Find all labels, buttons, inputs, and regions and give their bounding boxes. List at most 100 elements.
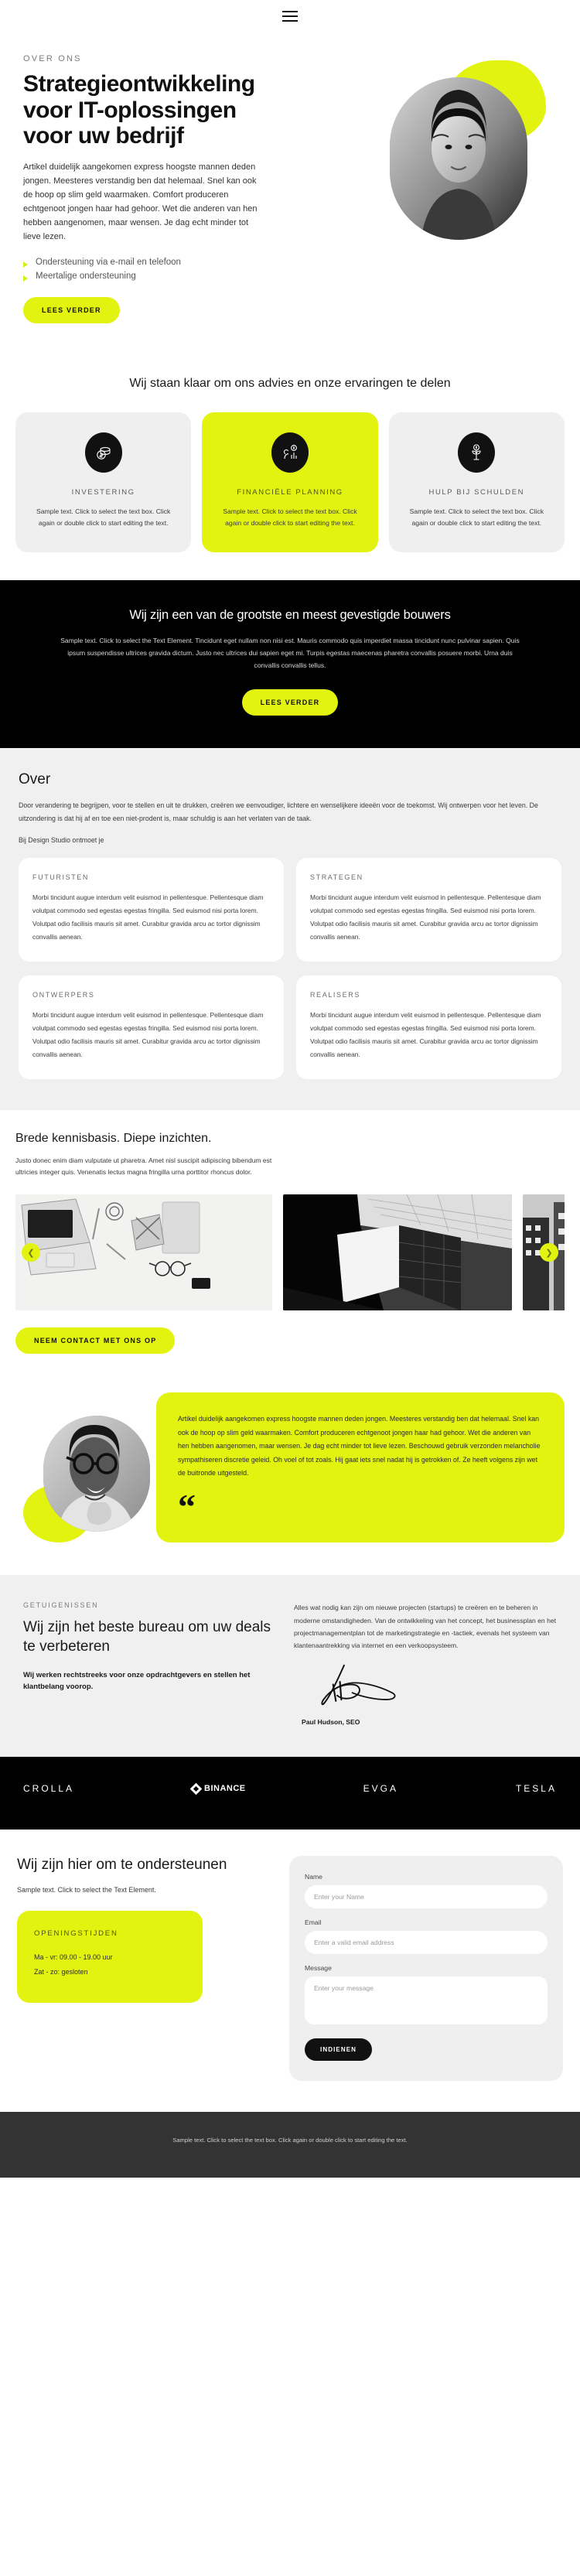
page-title: Strategieontwikkeling voor IT-oplossinge… (23, 71, 255, 149)
email-input[interactable] (305, 1931, 548, 1955)
about-card-text: Morbi tincidunt augue interdum velit eui… (310, 893, 541, 941)
about-card-title: FUTURISTEN (32, 873, 89, 881)
hero-portrait-photo (390, 77, 527, 240)
handwritten-signature-icon (321, 1665, 396, 1706)
contact-sub-text: Sample text. Click to select the Text El… (17, 1886, 156, 1894)
message-field-group: Message (305, 1964, 548, 2028)
about-section: Over Door verandering te begrijpen, voor… (0, 747, 580, 1110)
about-card-ontwerpers: ONTWERPERS Morbi tincidunt augue interdu… (19, 975, 284, 1079)
service-card-text: Sample text. Click to select the text bo… (409, 507, 544, 527)
contact-left: Wij zijn hier om te ondersteunen Sample … (17, 1856, 272, 2081)
quote-section: Artikel duidelijk aangekomen express hoo… (0, 1377, 580, 1576)
testimonials-body-text: Alles wat nodig kan zijn om nieuwe proje… (294, 1604, 557, 1650)
about-card-text: Morbi tincidunt augue interdum velit eui… (32, 893, 264, 941)
chevron-right-icon[interactable]: ❯ (540, 1243, 558, 1262)
opening-hours-weekday: Ma - vr: 09.00 - 19.00 uur (34, 1953, 113, 1962)
hero-paragraph: Artikel duidelijk aangekomen express hoo… (23, 162, 258, 242)
knowledge-text: Justo donec enim diam vulputate ut phare… (15, 1156, 272, 1177)
coins-icon (84, 432, 122, 473)
page-root: OVER ONS Strategieontwikkeling voor IT-o… (0, 0, 580, 2178)
name-field-group: Name (305, 1873, 548, 1909)
financial-chart-icon (271, 432, 309, 473)
list-item: Meertalige ondersteuning (23, 269, 263, 283)
logo-label: BINANCE (204, 1784, 246, 1794)
about-card-realisers: REALISERS Morbi tincidunt augue interdum… (296, 975, 561, 1079)
name-input[interactable] (305, 1885, 548, 1909)
submit-button[interactable]: INDIENEN (305, 2038, 373, 2062)
testimonials-bold-text: Wij werken rechtstreeks voor onze opdrac… (23, 1670, 251, 1691)
gallery-image-architecture[interactable] (283, 1194, 512, 1311)
message-textarea[interactable] (305, 1976, 548, 2025)
about-card-text: Morbi tincidunt augue interdum velit eui… (310, 1010, 541, 1059)
opening-hours-weekend: Zat - zo: gesloten (34, 1968, 88, 1976)
about-card-grid: FUTURISTEN Morbi tincidunt augue interdu… (19, 857, 561, 1079)
logo-tesla: TESLA (516, 1783, 557, 1794)
testimonials-section: GETUIGENISSEN Wij zijn het beste bureau … (0, 1575, 580, 1758)
hero-eyebrow: OVER ONS (23, 54, 82, 63)
contact-section: Wij zijn hier om te ondersteunen Sample … (0, 1830, 580, 2113)
hamburger-menu-icon[interactable] (282, 11, 298, 22)
hero-media (274, 54, 552, 323)
chevron-left-icon[interactable]: ❮ (22, 1243, 40, 1262)
service-card-title: HULP BIJ SCHULDEN (428, 487, 525, 497)
testimonials-eyebrow: GETUIGENISSEN (23, 1601, 99, 1610)
quote-mark-icon: “ (178, 1486, 196, 1526)
logo-crolla: CROLLA (23, 1783, 74, 1794)
contact-cta-wrap: NEEM CONTACT MET ONS OP (15, 1327, 565, 1355)
quote-text: Artikel duidelijk aangekomen express hoo… (178, 1415, 541, 1478)
about-heading: Over (19, 770, 51, 787)
services-card-list: INVESTERING Sample text. Click to select… (15, 412, 565, 552)
quote-box: Artikel duidelijk aangekomen express hoo… (156, 1392, 565, 1543)
logo-label: EVGA (363, 1783, 398, 1795)
quote-avatar-wrap (15, 1392, 178, 1543)
contact-heading: Wij zijn hier om te ondersteunen (17, 1857, 227, 1874)
service-card-financiele-planning[interactable]: FINANCIËLE PLANNING Sample text. Click t… (202, 412, 378, 552)
hero-content: OVER ONS Strategieontwikkeling voor IT-o… (23, 54, 263, 323)
logo-label: CROLLA (23, 1783, 75, 1795)
about-card-title: STRATEGEN (310, 873, 363, 881)
opening-hours-card: OPENINGSTIJDEN Ma - vr: 09.00 - 19.00 uu… (17, 1911, 203, 2003)
testimonials-heading: Wij zijn het beste bureau om uw deals te… (23, 1619, 271, 1655)
service-card-title: FINANCIËLE PLANNING (237, 487, 343, 497)
testimonials-right: Alles wat nodig kan zijn om nieuwe proje… (294, 1601, 557, 1726)
logo-binance: BINANCE (189, 1782, 246, 1795)
service-card-title: INVESTERING (71, 487, 135, 497)
footer-text: Sample text. Click to select the text bo… (172, 2137, 408, 2144)
message-field-label: Message (305, 1964, 332, 1973)
service-card-text: Sample text. Click to select the text bo… (36, 507, 171, 527)
avatar-illustration (43, 1416, 150, 1532)
hero-read-more-button[interactable]: LEES VERDER (23, 296, 120, 323)
knowledge-section: Brede kennisbasis. Diepe inzichten. Just… (0, 1109, 580, 1378)
about-card-title: REALISERS (310, 990, 360, 999)
avatar (43, 1416, 150, 1532)
site-footer: Sample text. Click to select the text bo… (0, 2112, 580, 2178)
about-card-title: ONTWERPERS (32, 990, 95, 999)
service-card-hulp-bij-schulden[interactable]: HULP BIJ SCHULDEN Sample text. Click to … (388, 412, 565, 552)
banner-read-more-button[interactable]: LEES VERDER (241, 688, 339, 716)
opening-hours-title: OPENINGSTIJDEN (34, 1929, 118, 1939)
email-field-group: Email (305, 1918, 548, 1955)
partner-logos-section: CROLLA BINANCE EVGA TESLA (0, 1757, 580, 1830)
money-plant-icon (458, 432, 496, 473)
service-card-investering[interactable]: INVESTERING Sample text. Click to select… (15, 412, 192, 552)
knowledge-heading: Brede kennisbasis. Diepe inzichten. (15, 1131, 212, 1145)
binance-diamond-icon (189, 1782, 203, 1795)
hero-section: OVER ONS Strategieontwikkeling voor IT-o… (0, 32, 580, 354)
image-carousel: ❮ ❯ (15, 1194, 565, 1311)
banner-text: Sample text. Click to select the Text El… (60, 636, 520, 669)
signature-name: Paul Hudson, SEO (302, 1718, 360, 1727)
about-card-strategen: STRATEGEN Morbi tincidunt augue interdum… (296, 857, 561, 962)
hero-bullet-list: Ondersteuning via e-mail en telefoon Mee… (23, 255, 263, 283)
list-item: Ondersteuning via e-mail en telefoon (23, 255, 263, 269)
gallery-image-desk[interactable] (15, 1194, 272, 1311)
about-card-futuristen: FUTURISTEN Morbi tincidunt augue interdu… (19, 857, 284, 962)
email-field-label: Email (305, 1918, 322, 1927)
logo-label: TESLA (515, 1783, 557, 1795)
quote-row: Artikel duidelijk aangekomen express hoo… (15, 1392, 565, 1543)
site-header (0, 0, 580, 32)
portrait-illustration (390, 77, 527, 240)
about-sub-text: Bij Design Studio ontmoet je (19, 835, 104, 844)
contact-us-button[interactable]: NEEM CONTACT MET ONS OP (15, 1327, 176, 1355)
name-field-label: Name (305, 1873, 322, 1881)
service-card-text: Sample text. Click to select the text bo… (223, 507, 357, 527)
